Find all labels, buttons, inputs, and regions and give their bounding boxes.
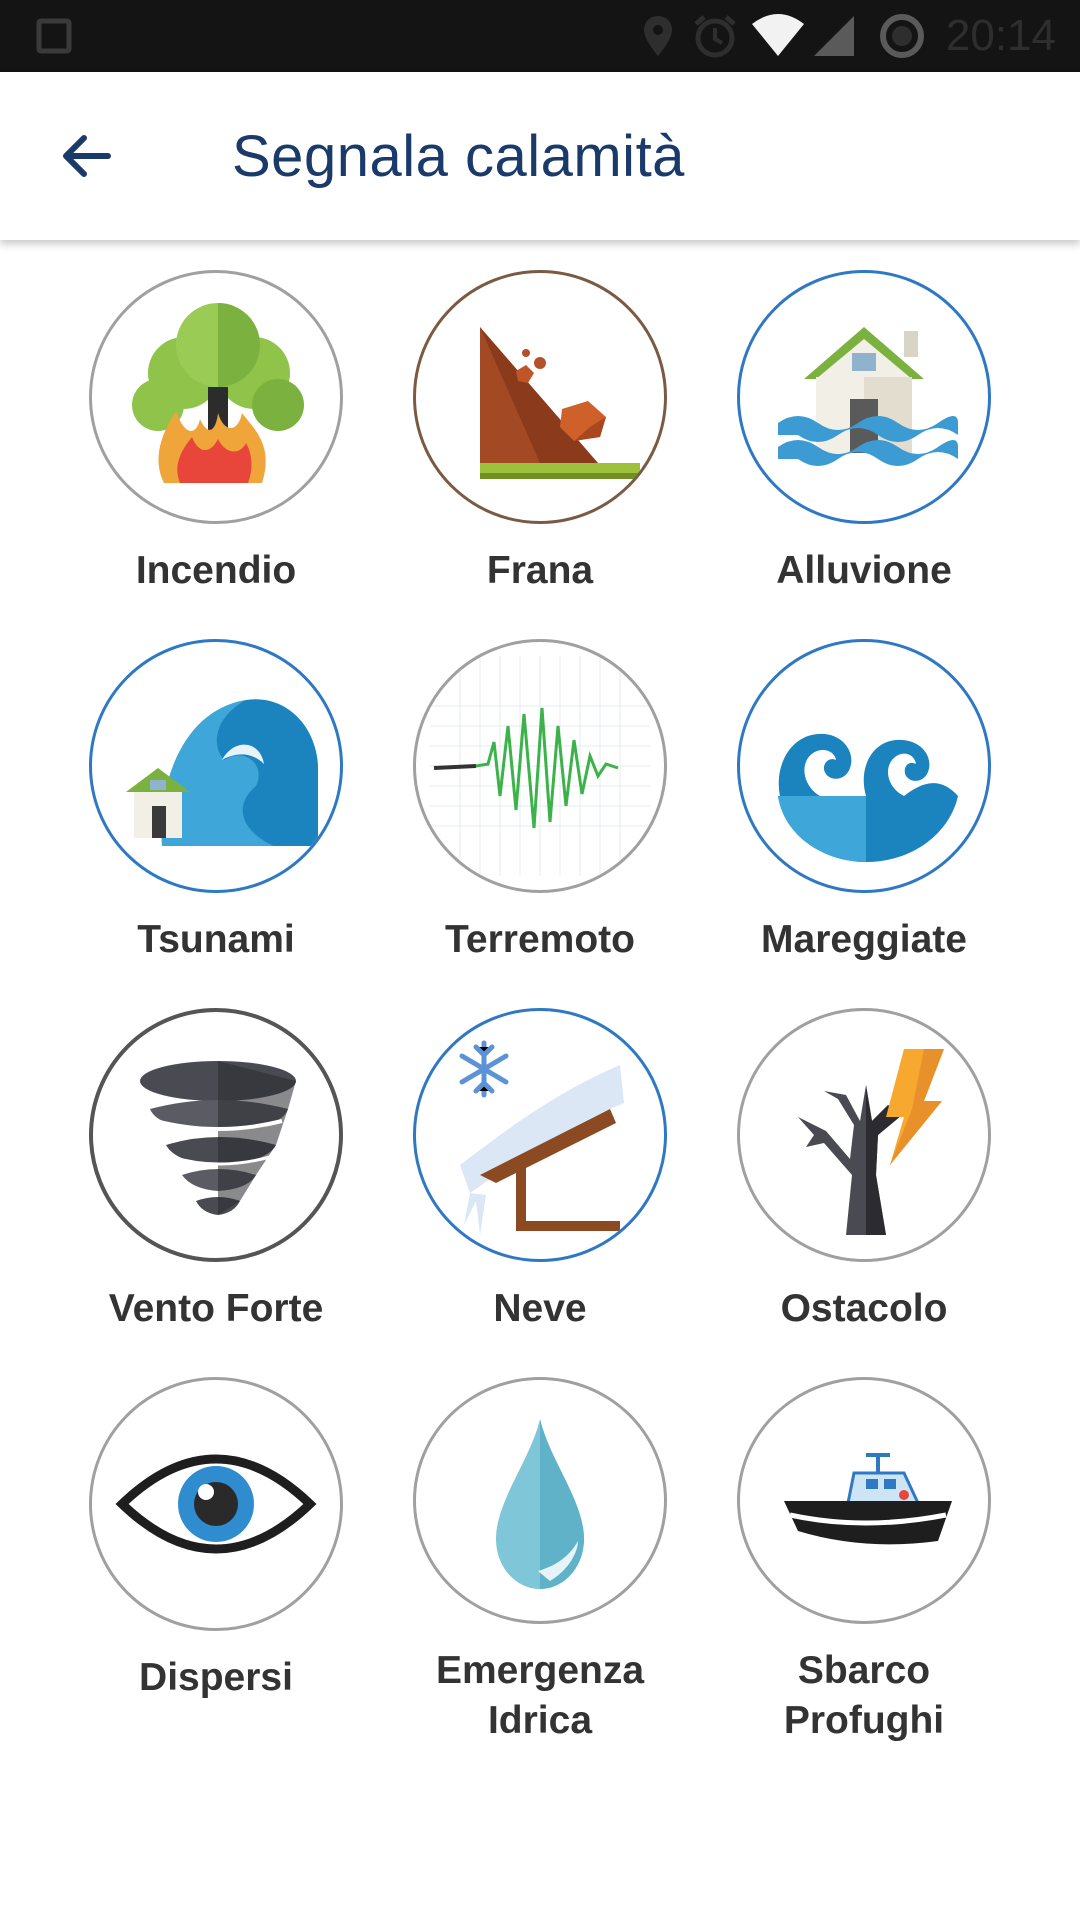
category-label: Emergenza Idrica — [435, 1649, 645, 1742]
category-frana[interactable]: Frana — [378, 270, 702, 639]
signal-icon — [814, 16, 854, 56]
sea-storm-icon — [778, 733, 958, 862]
flood-house-icon — [778, 327, 958, 466]
category-icon-circle — [737, 1377, 991, 1624]
lightning-tree-icon — [798, 1049, 944, 1235]
category-label: Ostacolo — [780, 1287, 948, 1330]
category-label: Alluvione — [776, 549, 952, 592]
battery-icon — [880, 14, 924, 58]
category-icon-circle — [89, 1377, 343, 1631]
category-label: Vento Forte — [108, 1287, 324, 1330]
category-icon-circle — [89, 270, 343, 524]
category-emergenza-idrica[interactable]: Emergenza Idrica — [378, 1377, 702, 1746]
app-bar: Segnala calamità — [0, 72, 1080, 240]
category-ostacolo[interactable]: Ostacolo — [702, 1008, 1026, 1377]
category-label: Mareggiate — [761, 918, 967, 961]
square-icon — [36, 18, 72, 54]
category-icon-circle — [89, 639, 343, 893]
location-icon — [644, 16, 672, 56]
category-label: Tsunami — [137, 918, 295, 961]
wifi-icon — [752, 14, 804, 56]
calamity-grid: Incendio Frana Alluvione Tsunami Terremo… — [0, 270, 1080, 1746]
page-title: Segnala calamità — [232, 124, 685, 189]
landslide-icon — [480, 327, 640, 479]
rescue-boat-icon — [784, 1452, 952, 1544]
category-icon-circle — [413, 270, 667, 524]
category-sbarco-profughi[interactable]: Sbarco Profughi — [702, 1377, 1026, 1746]
category-icon-circle — [413, 1377, 667, 1624]
tsunami-wave-icon — [126, 699, 318, 846]
category-label: Terremoto — [445, 918, 635, 961]
category-icon-circle — [737, 1008, 991, 1262]
status-time: 20:14 — [945, 11, 1056, 60]
water-drop-icon — [496, 1418, 584, 1589]
category-label: Frana — [486, 549, 594, 592]
category-dispersi[interactable]: Dispersi — [54, 1377, 378, 1746]
snow-roof-icon — [459, 1040, 624, 1235]
tornado-icon — [140, 1061, 296, 1215]
category-vento-forte[interactable]: Vento Forte — [54, 1008, 378, 1377]
category-neve[interactable]: Neve — [378, 1008, 702, 1377]
eye-icon — [115, 1454, 317, 1554]
category-label: Neve — [493, 1287, 587, 1330]
category-incendio[interactable]: Incendio — [54, 270, 378, 639]
arrow-left-icon — [63, 135, 111, 177]
category-icon-circle — [737, 639, 991, 893]
fire-tree-icon — [132, 303, 304, 483]
back-button[interactable] — [44, 114, 128, 198]
category-icon-circle — [413, 1008, 667, 1262]
category-icon-circle — [413, 639, 667, 893]
category-icon-circle — [737, 270, 991, 524]
category-label: Sbarco Profughi — [783, 1649, 945, 1742]
category-icon-circle — [89, 1008, 343, 1262]
category-label: Incendio — [135, 549, 297, 592]
category-tsunami[interactable]: Tsunami — [54, 639, 378, 1008]
category-mareggiate[interactable]: Mareggiate — [702, 639, 1026, 1008]
category-alluvione[interactable]: Alluvione — [702, 270, 1026, 639]
status-bar: 20:14 — [0, 0, 1080, 72]
alarm-icon — [694, 15, 736, 58]
category-terremoto[interactable]: Terremoto — [378, 639, 702, 1008]
seismograph-icon — [430, 656, 650, 876]
category-label: Dispersi — [139, 1656, 293, 1699]
